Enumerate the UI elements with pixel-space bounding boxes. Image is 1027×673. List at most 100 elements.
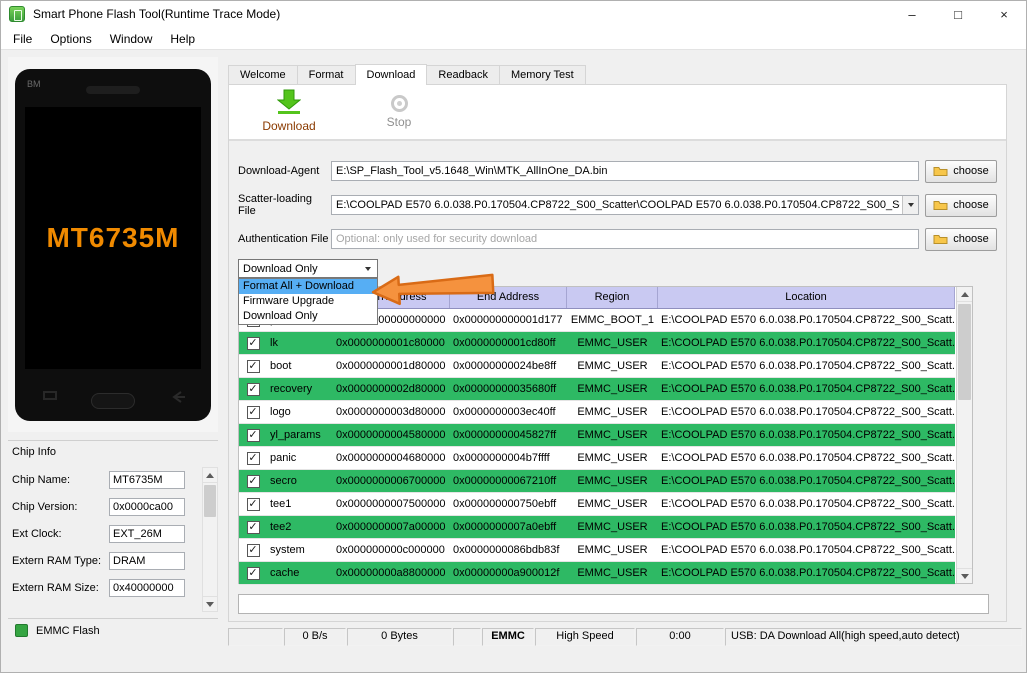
close-button[interactable]: × — [981, 0, 1027, 28]
download-button[interactable]: Download — [244, 89, 334, 133]
menu-bar: File Options Window Help — [0, 28, 1027, 50]
cell-name: recovery — [270, 383, 313, 395]
row-checkbox[interactable]: ✓ — [246, 566, 260, 580]
partition-table-scrollbar[interactable] — [956, 287, 972, 583]
dropdown-option[interactable]: Format All + Download — [239, 279, 377, 294]
header-region: Region — [567, 287, 658, 308]
status-usb-mode: USB: DA Download All(high speed,auto det… — [725, 628, 1022, 646]
cell-end-address: 0x0000000004b7ffff — [453, 452, 550, 464]
table-row[interactable]: ✓ lk 0x0000000001c80000 0x0000000001cd80… — [239, 332, 955, 355]
table-row[interactable]: ✓ tee1 0x0000000007500000 0x000000000750… — [239, 493, 955, 516]
row-checkbox[interactable]: ✓ — [246, 359, 260, 373]
chip-info-panel: Chip Info Chip Name: MT6735M Chip Versio… — [8, 440, 218, 618]
row-checkbox[interactable]: ✓ — [246, 428, 260, 442]
cell-location: E:\COOLPAD E570 6.0.038.P0.170504.CP8722… — [661, 360, 955, 372]
dropdown-option[interactable]: Firmware Upgrade — [239, 294, 377, 309]
emmc-flash-icon — [15, 624, 28, 637]
scatter-file-input[interactable] — [331, 195, 919, 215]
scatter-dropdown-arrow-icon[interactable] — [902, 196, 918, 214]
tab-welcome[interactable]: Welcome — [228, 65, 298, 84]
table-row[interactable]: ✓ cache 0x00000000a8800000 0x00000000a90… — [239, 562, 955, 585]
stop-icon — [390, 95, 408, 112]
row-checkbox[interactable]: ✓ — [246, 497, 260, 511]
table-row[interactable]: ✓ panic 0x0000000004680000 0x0000000004b… — [239, 447, 955, 470]
cell-name: panic — [270, 452, 297, 464]
download-button-label: Download — [262, 119, 316, 133]
chip-info-fields: Chip Name: MT6735M Chip Version: 0x0000c… — [8, 470, 218, 597]
stop-button[interactable]: Stop — [354, 93, 444, 129]
download-agent-label: Download-Agent — [238, 165, 320, 177]
status-bytes: 0 Bytes — [347, 628, 452, 646]
scroll-thumb[interactable] — [204, 485, 216, 517]
cell-location: E:\COOLPAD E570 6.0.038.P0.170504.CP8722… — [661, 383, 955, 395]
phone-screen: MT6735M — [25, 106, 201, 369]
table-row[interactable]: ✓ boot 0x0000000001d80000 0x00000000024b… — [239, 355, 955, 378]
chip-field-value[interactable]: EXT_26M — [109, 524, 185, 543]
cell-region: EMMC_USER — [577, 429, 648, 441]
cell-name: lk — [270, 337, 278, 349]
row-checkbox[interactable]: ✓ — [246, 451, 260, 465]
download-agent-input[interactable] — [331, 161, 919, 181]
cell-end-address: 0x000000000001d177 — [453, 314, 563, 326]
tab-download[interactable]: Download — [354, 64, 428, 85]
left-panel: BM MT6735M Chip Info Chip Name: MT6735M … — [8, 57, 218, 642]
tab-memory-test[interactable]: Memory Test — [498, 65, 586, 84]
menu-item-options[interactable]: Options — [41, 30, 100, 48]
cell-end-address: 0x0000000007a0ebff — [453, 521, 557, 533]
maximize-button[interactable]: □ — [935, 0, 981, 28]
dropdown-option[interactable]: Download Only — [239, 309, 377, 324]
download-mode-dropdown-list: Format All + Download Firmware Upgrade Dow… — [238, 278, 378, 325]
cell-location: E:\COOLPAD E570 6.0.038.P0.170504.CP8722… — [661, 475, 955, 487]
table-row[interactable]: ✓ secro 0x0000000006700000 0x00000000067… — [239, 470, 955, 493]
cell-begin-address: 0x0000000002d80000 — [336, 383, 446, 395]
menu-item-window[interactable]: Window — [101, 30, 162, 48]
row-checkbox[interactable]: ✓ — [246, 520, 260, 534]
scroll-down-icon[interactable] — [203, 596, 217, 611]
scroll-up-icon[interactable] — [203, 468, 217, 483]
chip-info-field: Chip Name: MT6735M — [12, 470, 218, 489]
scroll-thumb[interactable] — [958, 304, 971, 400]
partition-table: Name Begin Address End Address Region Lo… — [238, 286, 973, 585]
chip-field-value[interactable]: 0x40000000 — [109, 578, 185, 597]
emmc-flash-status: EMMC Flash — [8, 618, 218, 642]
choose-button-label: choose — [953, 199, 989, 211]
cell-region: EMMC_USER — [577, 475, 648, 487]
cell-end-address: 0x00000000067210ff — [453, 475, 557, 487]
scroll-down-icon[interactable] — [957, 568, 972, 583]
download-mode-select[interactable]: Download Only — [238, 259, 378, 278]
chip-field-value[interactable]: MT6735M — [109, 470, 185, 489]
chip-field-value[interactable]: DRAM — [109, 551, 185, 570]
cell-end-address: 0x0000000003ec40ff — [453, 406, 556, 418]
table-row[interactable]: ✓ yl_params 0x0000000004580000 0x0000000… — [239, 424, 955, 447]
chip-info-field: Chip Version: 0x0000ca00 — [12, 497, 218, 516]
auth-file-input[interactable] — [331, 229, 919, 249]
table-row[interactable]: ✓ recovery 0x0000000002d80000 0x00000000… — [239, 378, 955, 401]
table-row[interactable]: ✓ logo 0x0000000003d80000 0x0000000003ec… — [239, 401, 955, 424]
row-checkbox[interactable]: ✓ — [246, 543, 260, 557]
download-agent-choose-button[interactable]: choose — [925, 159, 997, 183]
scatter-file-choose-button[interactable]: choose — [925, 193, 997, 217]
menu-item-file[interactable]: File — [4, 30, 41, 48]
cell-location: E:\COOLPAD E570 6.0.038.P0.170504.CP8722… — [661, 452, 955, 464]
row-checkbox[interactable]: ✓ — [246, 405, 260, 419]
minimize-button[interactable]: – — [889, 0, 935, 28]
cell-begin-address: 0x0000000004580000 — [336, 429, 446, 441]
cell-region: EMMC_USER — [577, 360, 648, 372]
auth-file-choose-button[interactable]: choose — [925, 227, 997, 251]
phone-brand-label: BM — [27, 78, 41, 89]
folder-icon — [933, 167, 948, 176]
scroll-up-icon[interactable] — [957, 287, 972, 302]
cell-begin-address: 0x0000000007a00000 — [336, 521, 446, 533]
tab-format[interactable]: Format — [296, 65, 356, 84]
row-checkbox[interactable]: ✓ — [246, 474, 260, 488]
table-row[interactable]: ✓ tee2 0x0000000007a00000 0x0000000007a0… — [239, 516, 955, 539]
tab-readback[interactable]: Readback — [426, 65, 500, 84]
chip-field-value[interactable]: 0x0000ca00 — [109, 497, 185, 516]
cell-end-address: 0x0000000086bdb83f — [453, 544, 560, 556]
row-checkbox[interactable]: ✓ — [246, 382, 260, 396]
table-row[interactable]: ✓ system 0x000000000c000000 0x0000000086… — [239, 539, 955, 562]
tab-bar: Welcome Format Download Readback Memory Test — [228, 63, 1007, 85]
row-checkbox[interactable]: ✓ — [246, 336, 260, 350]
chip-info-scrollbar[interactable] — [202, 467, 218, 612]
menu-item-help[interactable]: Help — [161, 30, 204, 48]
